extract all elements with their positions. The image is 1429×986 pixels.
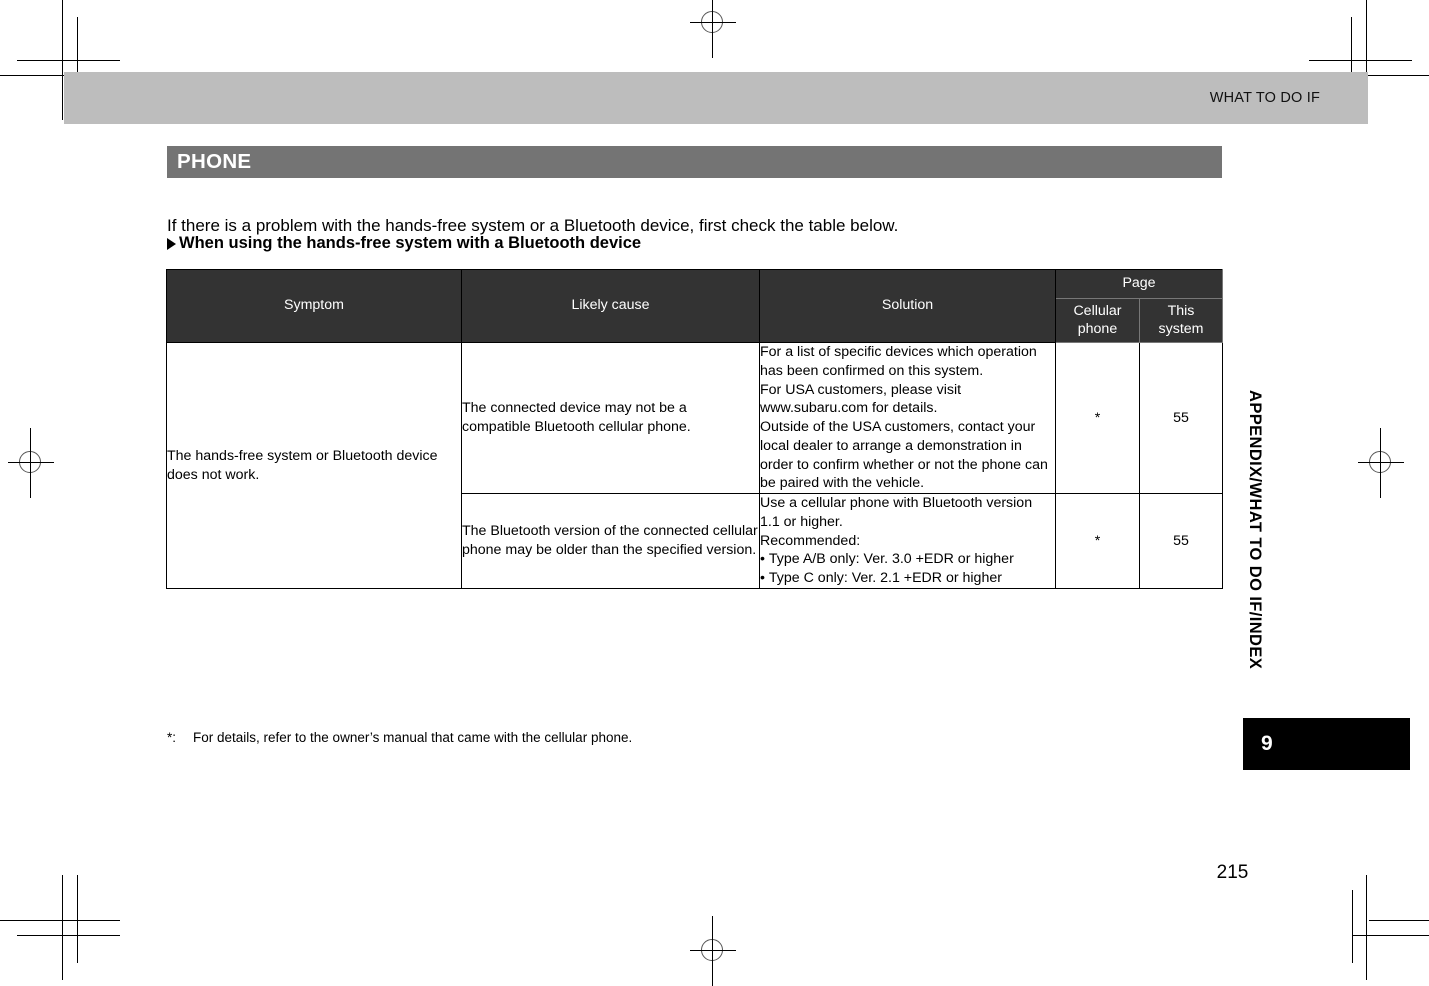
triangle-bullet-icon [167, 237, 176, 250]
subheading-label: When using the hands-free system with a … [179, 234, 642, 252]
solution-bullet-text: Type C only: Ver. 2.1 +EDR or higher [768, 570, 1002, 587]
footnote: *: For details, refer to the owner’s man… [167, 730, 632, 745]
crop-mark-bottom-right-v [1366, 875, 1367, 980]
registration-mark-left-middle [8, 428, 54, 498]
crop-mark-bottom-left-h2 [17, 935, 120, 936]
footnote-marker: *: [167, 730, 177, 745]
solution-line: Recommended: [760, 532, 861, 549]
page-header-band: WHAT TO DO IF [64, 72, 1368, 124]
footnote-text: For details, refer to the owner’s manual… [193, 730, 633, 745]
page-this-line2: system [1158, 320, 1204, 337]
cell-cause-row2: The Bluetooth version of the connected c… [461, 493, 760, 589]
crop-mark-bottom-left-v2 [77, 875, 78, 963]
cell-page-this-system-row1: 55 [1138, 342, 1224, 495]
cell-solution-row1: For a list of specific devices which ope… [759, 342, 1056, 495]
troubleshooting-table: Symptom Likely cause Solution Page Cellu… [166, 268, 1224, 589]
column-header-solution: Solution [759, 268, 1056, 344]
solution-line: Use a cellular phone with Bluetooth vers… [760, 495, 1033, 530]
page-number: 215 [1216, 862, 1249, 883]
crop-mark-top-left-h2 [17, 60, 120, 61]
chapter-number: 9 [1261, 732, 1273, 755]
crop-mark-bottom-right-h [1369, 920, 1429, 921]
side-tab-label: APPENDIX/WHAT TO DO IF/INDEX [1246, 390, 1264, 670]
column-header-page-cellular-phone: Cellular phone [1055, 297, 1140, 344]
section-title-bar: PHONE [167, 146, 1222, 178]
cell-page-cellular-row1: * [1055, 342, 1140, 495]
cell-page-cellular-row2: * [1055, 493, 1140, 589]
solution-bullet: • Type A/B only: Ver. 3.0 +EDR or higher [760, 551, 1014, 568]
chapter-tab: 9 [1243, 718, 1410, 770]
column-header-symptom: Symptom [166, 268, 462, 344]
table-header-row-1: Symptom Likely cause Solution Page [166, 268, 1224, 344]
crop-mark-bottom-right-v2 [1352, 890, 1353, 963]
registration-mark-top-center [690, 0, 736, 58]
column-header-page-group: Page [1054, 269, 1224, 299]
page-cellular-line1: Cellular [1073, 302, 1122, 319]
cell-page-this-system-row2: 55 [1138, 493, 1224, 589]
column-header-page-this-system: This system [1138, 297, 1224, 344]
crop-mark-top-right-h2 [1309, 60, 1412, 61]
registration-mark-bottom-center [690, 916, 736, 986]
crop-mark-bottom-left-h [0, 920, 120, 921]
cell-cause-row1: The connected device may not be a compat… [461, 342, 760, 495]
cell-solution-row2: Use a cellular phone with Bluetooth vers… [759, 493, 1056, 589]
page-cellular-line2: phone [1077, 320, 1118, 337]
running-head: WHAT TO DO IF [1209, 90, 1320, 106]
solution-bullet: • Type C only: Ver. 2.1 +EDR or higher [760, 570, 1002, 587]
solution-line: Outside of the USA customers, contact yo… [760, 419, 1048, 492]
cell-symptom-row1: The hands-free system or Bluetooth devic… [166, 342, 462, 589]
solution-bullet-text: Type A/B only: Ver. 3.0 +EDR or higher [768, 551, 1014, 568]
section-title-label: PHONE [177, 150, 252, 173]
table-row: The hands-free system or Bluetooth devic… [166, 342, 1224, 589]
column-header-likely-cause: Likely cause [461, 268, 760, 344]
page-this-line1: This [1167, 302, 1195, 319]
subheading: When using the hands-free system with a … [167, 234, 641, 253]
crop-mark-bottom-left-v [62, 875, 63, 980]
solution-line: For a list of specific devices which ope… [760, 344, 1037, 379]
registration-mark-right-middle [1358, 428, 1404, 498]
solution-line: For USA customers, please visit www.suba… [760, 381, 962, 417]
crop-mark-bottom-right-h2 [1352, 935, 1429, 936]
